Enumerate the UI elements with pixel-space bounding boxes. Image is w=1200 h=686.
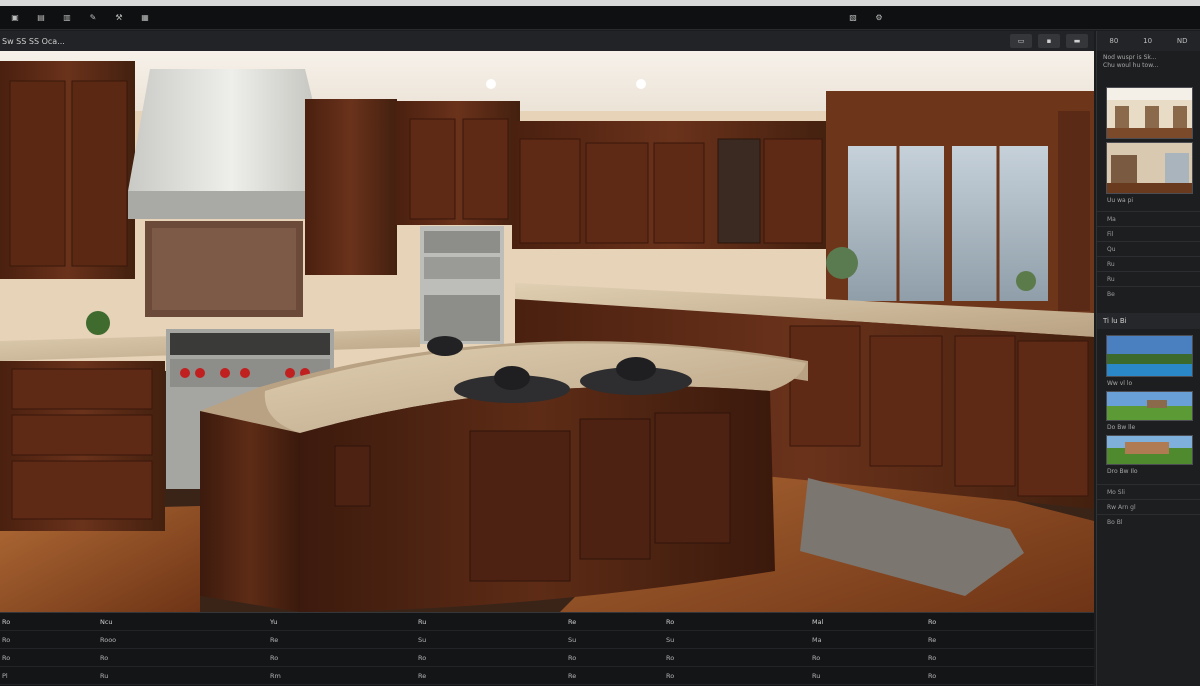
app-icon: ▣: [11, 13, 19, 22]
view-button[interactable]: ▦: [134, 9, 156, 27]
property-row[interactable]: Fil: [1097, 226, 1200, 241]
table-cell: Re: [568, 671, 577, 680]
view-title: Sw SS SS Oca...: [2, 36, 65, 46]
panel-info: Nod wuspr is Sk... Chu woul hu tow...: [1097, 51, 1200, 73]
view-icon: ▦: [141, 13, 149, 22]
table-cell: Ro: [812, 653, 821, 662]
property-row[interactable]: Ru: [1097, 271, 1200, 286]
table-cell: Ro: [2, 617, 11, 626]
table-cell: Ro: [666, 653, 675, 662]
table-cell: Yu: [270, 617, 278, 626]
table-cell: Re: [568, 617, 577, 626]
table-cell: Ru: [100, 671, 109, 680]
section-header[interactable]: Ti lu Bi: [1097, 313, 1200, 329]
thumbnail-pool[interactable]: [1106, 335, 1193, 377]
thumbnail-pool-image: [1107, 336, 1192, 376]
table-cell: Ma: [812, 635, 822, 644]
thumb-caption-pool: Ww vl lo: [1107, 380, 1133, 387]
property-row[interactable]: Ru: [1097, 256, 1200, 271]
photo-editor-window: ▣ ▤ ▥ ✎ ⚒ ▦ ▧ ⚙ Sw SS SS Oca... ▭ ▪ ▬ 80…: [0, 0, 1200, 686]
table-cell: Ncu: [100, 617, 113, 626]
film-icon: ▧: [849, 13, 857, 22]
edit-icon: ✎: [89, 13, 97, 22]
info-line-1: Nod wuspr is Sk...: [1103, 54, 1157, 61]
table-cell: Ro: [666, 617, 675, 626]
image-icon: ▥: [63, 13, 71, 22]
thumb-caption-lawn: Do Bw lle: [1107, 424, 1136, 431]
table-cell: Re: [270, 635, 279, 644]
table-cell: Re: [418, 671, 427, 680]
table-cell: Rooo: [100, 635, 117, 644]
thumb-caption-house: Dro Bw Ilo: [1107, 468, 1138, 475]
table-cell: Mal: [812, 617, 824, 626]
thumb-caption-1: Uu wa pi: [1107, 197, 1134, 204]
table-cell: Ru: [418, 617, 427, 626]
panel-tab-3[interactable]: ND: [1177, 37, 1188, 45]
image-button[interactable]: ▥: [56, 9, 78, 27]
thumbnail-2-image: [1107, 143, 1192, 193]
table-cell: Ro: [928, 617, 937, 626]
thumbnail-1-image: [1107, 88, 1192, 138]
thumbnail-lawn[interactable]: [1106, 391, 1193, 421]
view-controls: ▭ ▪ ▬: [1010, 34, 1088, 48]
right-panel-header: 80 10 ND: [1097, 31, 1200, 51]
folder-icon: ▤: [37, 13, 45, 22]
thumbnail-1[interactable]: [1106, 87, 1193, 139]
table-cell: Ro: [100, 653, 109, 662]
property-row[interactable]: Ma: [1097, 211, 1200, 226]
zoom-button[interactable]: ▪: [1038, 34, 1060, 48]
fullscreen-button[interactable]: ▬: [1066, 34, 1088, 48]
table-cell: Pl: [2, 671, 8, 680]
table-cell: Ru: [812, 671, 821, 680]
table-cell: Ro: [418, 653, 427, 662]
thumbnail-lawn-image: [1107, 392, 1192, 420]
table-row[interactable]: Ro Rooo Re Su Su Su Ma Re: [0, 631, 1094, 649]
top-toolbar: ▣ ▤ ▥ ✎ ⚒ ▦ ▧ ⚙: [0, 6, 1200, 30]
table-cell: Su: [666, 635, 675, 644]
table-cell: Ro: [2, 653, 11, 662]
property-row[interactable]: Bo Bl: [1097, 514, 1200, 529]
info-line-2: Chu woul hu tow...: [1103, 62, 1159, 69]
table-cell: Ro: [270, 653, 279, 662]
panel-tab-1[interactable]: 80: [1109, 37, 1118, 45]
image-viewer[interactable]: [0, 51, 1094, 612]
thumbnail-2[interactable]: [1106, 142, 1193, 194]
panel-tab-2[interactable]: 10: [1143, 37, 1152, 45]
table-row[interactable]: Ro Ncu Yu Ru Re Ro Mal Ro: [0, 613, 1094, 631]
tools-icon: ⚒: [115, 13, 123, 22]
settings-icon: ⚙: [875, 13, 883, 22]
fit-view-button[interactable]: ▭: [1010, 34, 1032, 48]
table-cell: Re: [928, 635, 937, 644]
film-button[interactable]: ▧: [842, 9, 864, 27]
table-cell: Ro: [928, 671, 937, 680]
property-row[interactable]: Rw Arn gl: [1097, 499, 1200, 514]
table-cell: Ro: [568, 653, 577, 662]
folder-button[interactable]: ▤: [30, 9, 52, 27]
image-view-header: Sw SS SS Oca... ▭ ▪ ▬: [0, 31, 1094, 51]
table-row[interactable]: Pl Ru Rm Re Re Ro Ru Ro: [0, 667, 1094, 685]
table-cell: Su: [418, 635, 427, 644]
settings-button[interactable]: ⚙: [868, 9, 890, 27]
metadata-table: Ro Ncu Yu Ru Re Ro Mal Ro Ro Rooo Re Su Su Su Ma Re Ro Ro…: [0, 612, 1094, 686]
table-cell: Ro: [2, 635, 11, 644]
property-row[interactable]: Mo Sli: [1097, 484, 1200, 499]
property-row[interactable]: Qu: [1097, 241, 1200, 256]
tools-button[interactable]: ⚒: [108, 9, 130, 27]
property-row[interactable]: Be: [1097, 286, 1200, 301]
table-cell: Ro: [928, 653, 937, 662]
table-cell: Ro: [666, 671, 675, 680]
right-panel: 80 10 ND Nod wuspr is Sk... Chu woul hu …: [1096, 31, 1200, 686]
table-cell: Su: [568, 635, 577, 644]
edit-button[interactable]: ✎: [82, 9, 104, 27]
app-button[interactable]: ▣: [4, 9, 26, 27]
thumbnail-house-image: [1107, 436, 1192, 464]
thumbnail-house[interactable]: [1106, 435, 1193, 465]
table-cell: Rm: [270, 671, 281, 680]
kitchen-photo: [0, 51, 1094, 612]
table-row[interactable]: Ro Ro Ro Ro Ro Ro Ro Ro: [0, 649, 1094, 667]
